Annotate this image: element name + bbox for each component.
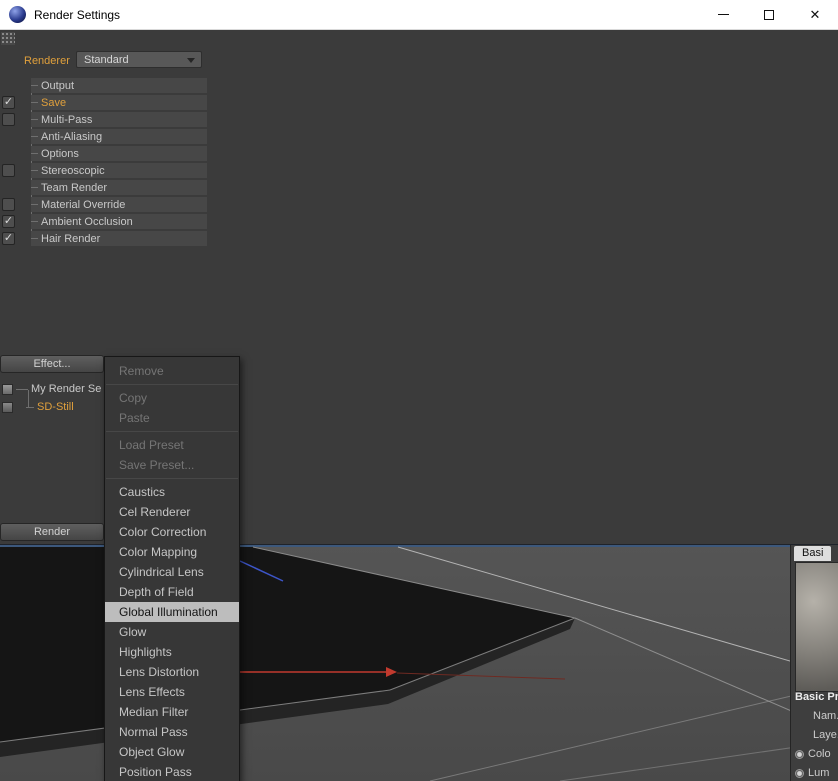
- render-settings-icon: [2, 401, 13, 413]
- minimize-button[interactable]: [700, 0, 746, 30]
- field-name: Nam...: [813, 709, 838, 723]
- menu-item-load-preset[interactable]: Load Preset: [105, 435, 239, 455]
- settings-tree-item-anti-aliasing[interactable]: Anti-Aliasing: [0, 129, 210, 146]
- render-button[interactable]: Render: [0, 523, 104, 541]
- tree-tick: [31, 204, 38, 205]
- item-checkbox[interactable]: [2, 215, 15, 228]
- menu-separator: [106, 384, 238, 385]
- item-checkbox[interactable]: [2, 113, 15, 126]
- tree-tick: [31, 187, 38, 188]
- menu-item-lens-distortion[interactable]: Lens Distortion: [105, 662, 239, 682]
- preset-item-my-render-settings[interactable]: My Render Se: [0, 380, 104, 398]
- menu-separator: [106, 431, 238, 432]
- menu-item-caustics[interactable]: Caustics: [105, 482, 239, 502]
- menu-separator: [106, 478, 238, 479]
- item-checkbox[interactable]: [2, 164, 15, 177]
- menu-item-save-preset[interactable]: Save Preset...: [105, 455, 239, 475]
- menu-item-global-illumination[interactable]: Global Illumination: [105, 602, 239, 622]
- cinema4d-logo-icon: [9, 6, 26, 23]
- tree-tick: [31, 153, 38, 154]
- item-checkbox[interactable]: [2, 96, 15, 109]
- menu-item-copy[interactable]: Copy: [105, 388, 239, 408]
- minimize-icon: [717, 14, 729, 15]
- chevron-down-icon: [187, 58, 195, 63]
- menu-item-color-mapping[interactable]: Color Mapping: [105, 542, 239, 562]
- item-checkbox[interactable]: [2, 198, 15, 211]
- attributes-panel: Basi Basic Pro... Nam... Laye... Colo Lu…: [790, 545, 838, 781]
- menu-item-color-correction[interactable]: Color Correction: [105, 522, 239, 542]
- renderer-dropdown-value: Standard: [84, 53, 129, 66]
- menu-item-cel-renderer[interactable]: Cel Renderer: [105, 502, 239, 522]
- menu-item-highlights[interactable]: Highlights: [105, 642, 239, 662]
- menu-item-normal-pass[interactable]: Normal Pass: [105, 722, 239, 742]
- tree-tick: [16, 388, 28, 390]
- settings-tree-item-ambient-occlusion[interactable]: Ambient Occlusion: [0, 214, 210, 231]
- menu-item-median-filter[interactable]: Median Filter: [105, 702, 239, 722]
- tree-tick: [31, 85, 38, 86]
- settings-tree: Output Save Multi-Pass Anti-Aliasing Opt…: [0, 78, 210, 248]
- menu-item-lens-effects[interactable]: Lens Effects: [105, 682, 239, 702]
- render-settings-icon: [2, 383, 13, 395]
- settings-tree-item-material-override[interactable]: Material Override: [0, 197, 210, 214]
- menu-item-cylindrical-lens[interactable]: Cylindrical Lens: [105, 562, 239, 582]
- settings-tree-item-options[interactable]: Options: [0, 146, 210, 163]
- tree-tick: [26, 406, 34, 408]
- close-button[interactable]: ✕: [792, 0, 838, 30]
- field-layer: Laye...: [813, 728, 838, 742]
- preset-item-sd-still[interactable]: SD-Still: [0, 390, 104, 416]
- palette-drag-handle-icon[interactable]: [1, 32, 15, 45]
- menu-item-glow[interactable]: Glow: [105, 622, 239, 642]
- titlebar: Render Settings ✕: [0, 0, 838, 30]
- close-icon: ✕: [809, 6, 821, 22]
- menu-item-position-pass[interactable]: Position Pass: [105, 762, 239, 781]
- settings-tree-item-save[interactable]: Save: [0, 95, 210, 112]
- maximize-icon: [764, 9, 774, 20]
- settings-tree-item-hair-render[interactable]: Hair Render: [0, 231, 210, 248]
- field-color-label: Colo: [808, 748, 831, 760]
- radio-icon[interactable]: [795, 749, 804, 759]
- tree-tick: [31, 170, 38, 171]
- tab-basic[interactable]: Basi: [794, 546, 832, 561]
- settings-tree-item-team-render[interactable]: Team Render: [0, 180, 210, 197]
- field-luminance-label: Lum: [808, 767, 830, 779]
- tree-tick: [31, 221, 38, 222]
- effect-context-menu: Remove Copy Paste Load Preset Save Prese…: [104, 356, 240, 781]
- item-checkbox[interactable]: [2, 232, 15, 245]
- maximize-button[interactable]: [746, 0, 792, 30]
- settings-tree-item-output[interactable]: Output: [0, 78, 210, 95]
- menu-item-object-glow[interactable]: Object Glow: [105, 742, 239, 762]
- field-color: Colo: [795, 747, 831, 761]
- menu-item-paste[interactable]: Paste: [105, 408, 239, 428]
- radio-icon[interactable]: [795, 768, 804, 778]
- menu-item-remove[interactable]: Remove: [105, 361, 239, 381]
- field-name-label: Nam...: [813, 710, 838, 722]
- tree-tick: [31, 238, 38, 239]
- material-preview-thumbnail[interactable]: [795, 562, 838, 692]
- renderer-label: Renderer: [24, 55, 70, 67]
- window-controls: ✕: [700, 0, 838, 30]
- settings-tree-item-multi-pass[interactable]: Multi-Pass: [0, 112, 210, 129]
- renderer-dropdown[interactable]: Standard: [76, 51, 202, 68]
- basic-properties-header: Basic Pro...: [795, 691, 838, 703]
- field-luminance: Lum: [795, 766, 829, 780]
- tree-tick: [31, 102, 38, 103]
- field-layer-label: Laye...: [813, 729, 838, 741]
- menu-item-depth-of-field[interactable]: Depth of Field: [105, 582, 239, 602]
- window-title: Render Settings: [34, 7, 121, 22]
- settings-tree-item-stereoscopic[interactable]: Stereoscopic: [0, 163, 210, 180]
- tree-tick: [31, 136, 38, 137]
- render-settings-window: Render Settings ✕ Renderer Standard Outp…: [0, 0, 838, 781]
- tree-tick: [31, 119, 38, 120]
- presets-tree: My Render Se SD-Still: [0, 380, 104, 416]
- effect-button[interactable]: Effect...: [0, 355, 104, 373]
